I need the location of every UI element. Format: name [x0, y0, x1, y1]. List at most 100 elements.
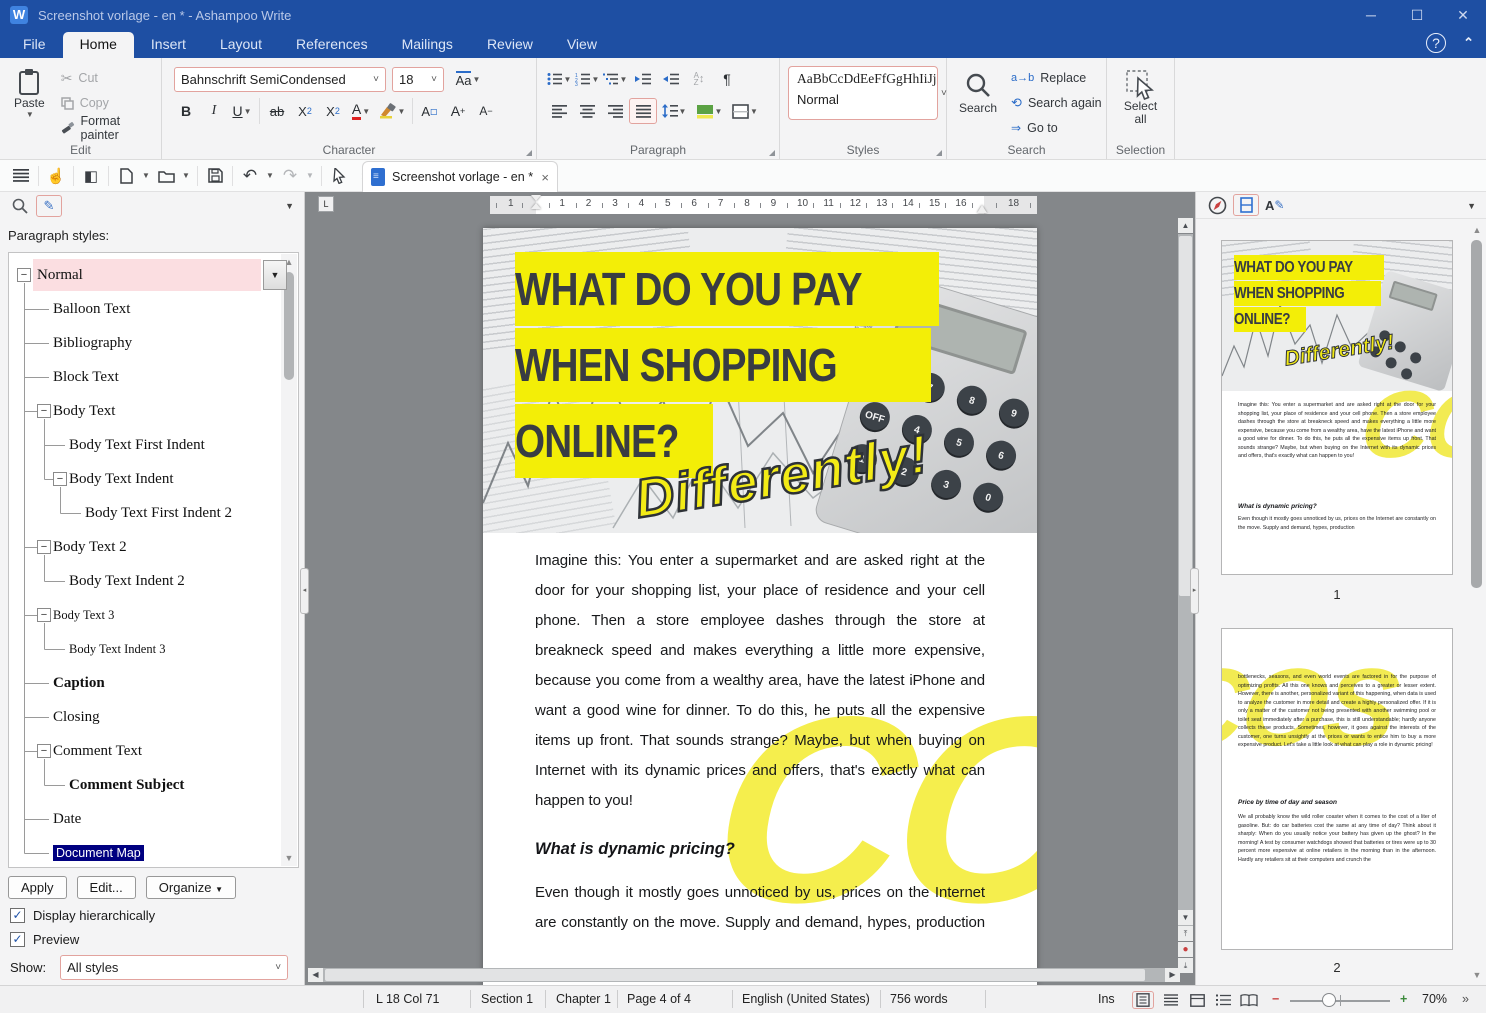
- font-name-combo[interactable]: Bahnschrift SemiCondensed ˅: [174, 66, 386, 92]
- tree-collapse-icon[interactable]: −: [37, 404, 51, 418]
- style-item-body-text-indent[interactable]: − Body Text Indent: [9, 463, 279, 495]
- browse-object-icon[interactable]: ●: [1178, 942, 1193, 957]
- statusbar-overflow-icon[interactable]: »: [1462, 992, 1469, 1006]
- indent-marker[interactable]: [531, 195, 541, 215]
- page-view-icon[interactable]: [1132, 991, 1154, 1009]
- change-case-button[interactable]: Aa ▼: [450, 66, 486, 92]
- zoom-out-icon[interactable]: −: [1272, 992, 1279, 1006]
- bullet-list-button[interactable]: ▼: [545, 66, 573, 92]
- style-item-closing[interactable]: Closing: [9, 701, 279, 733]
- book-view-icon[interactable]: [1238, 991, 1260, 1009]
- undo-dropdown-icon[interactable]: ▼: [263, 164, 277, 188]
- format-painter-button[interactable]: Format painter: [61, 114, 161, 142]
- horizontal-ruler[interactable]: 1 2 3 4 5 6 7 8 9 10 11 12 13 14 15 16 1 18: [490, 195, 1037, 215]
- align-left-button[interactable]: [545, 98, 573, 124]
- clear-formatting-button[interactable]: A ◇: [416, 98, 444, 124]
- style-item-body-text-2[interactable]: − Body Text 2: [9, 531, 279, 563]
- page-thumbnail-1[interactable]: WHAT DO YOU PAY WHEN SHOPPING ONLINE? Di…: [1221, 240, 1453, 575]
- align-center-button[interactable]: [573, 98, 601, 124]
- cut-button[interactable]: ✂ Cut: [61, 66, 161, 90]
- italic-button[interactable]: I: [200, 98, 228, 124]
- vertical-scrollbar-thumb[interactable]: [1179, 236, 1192, 596]
- tree-collapse-icon[interactable]: −: [53, 472, 67, 486]
- scroll-up-icon[interactable]: ▲: [1178, 218, 1193, 233]
- go-to-button[interactable]: ⇒ Go to: [1011, 116, 1102, 140]
- increase-indent-button[interactable]: [629, 66, 657, 92]
- scroll-down-icon[interactable]: ▼: [1469, 967, 1485, 983]
- document-page[interactable]: COS 10,7% 9,5% 6,3% M-789O: [483, 228, 1037, 985]
- document-horizontal-scrollbar[interactable]: ◀ ▶: [308, 968, 1180, 982]
- style-item-body-text-first-indent[interactable]: Body Text First Indent: [9, 429, 279, 461]
- touch-mode-icon[interactable]: ☝: [43, 164, 69, 188]
- line-spacing-button[interactable]: ▼: [657, 98, 691, 124]
- menu-tab-insert[interactable]: Insert: [134, 32, 203, 58]
- scroll-left-icon[interactable]: ◀: [308, 968, 323, 982]
- style-item-bibliography[interactable]: Bibliography: [9, 327, 279, 359]
- highlight-color-button[interactable]: ▼: [375, 98, 409, 124]
- scroll-down-icon[interactable]: ▼: [281, 850, 297, 866]
- display-hierarchically-checkbox[interactable]: ✓: [10, 908, 25, 923]
- insert-mode-status[interactable]: Ins: [1098, 992, 1115, 1006]
- thumbnails-scrollbar[interactable]: ▲ ▼: [1469, 222, 1484, 982]
- menu-tab-file[interactable]: File: [6, 32, 63, 58]
- menu-tab-view[interactable]: View: [550, 32, 614, 58]
- borders-button[interactable]: ▼: [727, 98, 763, 124]
- font-color-button[interactable]: A ▼: [347, 98, 375, 124]
- style-preview-box[interactable]: AaBbCcDdEeFfGgHhIiJj Normal: [788, 66, 938, 120]
- paste-button[interactable]: Paste ▼: [8, 66, 51, 140]
- open-folder-icon[interactable]: [153, 164, 179, 188]
- contrast-icon[interactable]: ◧: [78, 164, 104, 188]
- new-document-dropdown-icon[interactable]: ▼: [139, 164, 153, 188]
- style-item-body-text-first-indent-2[interactable]: Body Text First Indent 2: [9, 497, 279, 529]
- copy-button[interactable]: Copy: [60, 91, 161, 115]
- scroll-down-icon[interactable]: ▼: [1178, 910, 1193, 925]
- style-search-icon[interactable]: [12, 198, 28, 214]
- menu-tab-home[interactable]: Home: [62, 32, 134, 58]
- style-item-caption[interactable]: Caption: [9, 667, 279, 699]
- new-document-icon[interactable]: [113, 164, 139, 188]
- search-button[interactable]: Search: [953, 70, 1003, 140]
- style-item-body-text[interactable]: − Body Text: [9, 395, 279, 427]
- next-page-icon[interactable]: ⤓: [1178, 958, 1193, 973]
- align-right-button[interactable]: [601, 98, 629, 124]
- preview-checkbox[interactable]: ✓: [10, 932, 25, 947]
- justify-button[interactable]: [629, 98, 657, 124]
- right-indent-marker[interactable]: [977, 205, 987, 213]
- left-panel-splitter[interactable]: ◂: [300, 568, 309, 614]
- subscript-button[interactable]: X2: [291, 98, 319, 124]
- multilevel-list-button[interactable]: ▼: [601, 66, 629, 92]
- split-view-icon[interactable]: [1186, 991, 1208, 1009]
- menu-tab-mailings[interactable]: Mailings: [385, 32, 470, 58]
- formatting-marks-button[interactable]: ¶: [713, 66, 741, 92]
- character-styles-tool-icon[interactable]: A ✎: [1265, 198, 1284, 213]
- redo-dropdown-icon[interactable]: ▼: [303, 164, 317, 188]
- styles-dialog-launcher[interactable]: [936, 150, 942, 156]
- paragraph-dialog-launcher[interactable]: [769, 150, 775, 156]
- style-item-balloon-text[interactable]: Balloon Text: [9, 293, 279, 325]
- right-panel-splitter[interactable]: ▸: [1190, 568, 1199, 614]
- previous-page-icon[interactable]: ⤒: [1178, 926, 1193, 941]
- tab-stop-selector[interactable]: L: [318, 196, 334, 212]
- numbered-list-button[interactable]: 1 2 3 ▼: [573, 66, 601, 92]
- page-thumbnail-2[interactable]: COS bottlenecks, seasons, and even world…: [1221, 628, 1453, 950]
- shrink-font-button[interactable]: A −: [472, 98, 500, 124]
- word-count-status[interactable]: 756 words: [890, 992, 948, 1006]
- tree-collapse-icon[interactable]: −: [37, 608, 51, 622]
- paste-dropdown-icon[interactable]: ▼: [26, 110, 34, 119]
- style-item-body-text-indent-3[interactable]: Body Text Indent 3: [9, 633, 279, 665]
- grow-font-button[interactable]: A +: [444, 98, 472, 124]
- menu-tab-review[interactable]: Review: [470, 32, 550, 58]
- select-cursor-icon[interactable]: [326, 164, 352, 188]
- show-styles-combo[interactable]: All styles ˅: [60, 955, 289, 980]
- strikethrough-button[interactable]: ab: [263, 98, 291, 124]
- menu-tab-references[interactable]: References: [279, 32, 385, 58]
- zoom-slider-knob[interactable]: [1322, 993, 1336, 1007]
- help-icon[interactable]: ?: [1426, 33, 1446, 53]
- save-icon[interactable]: [202, 164, 228, 188]
- apply-style-button[interactable]: Apply: [8, 876, 67, 899]
- collapse-ribbon-icon[interactable]: ⌃: [1463, 35, 1474, 51]
- continuous-view-icon[interactable]: [1160, 991, 1182, 1009]
- style-item-normal[interactable]: ▼ − Normal: [9, 259, 287, 291]
- styles-dropdown-icon[interactable]: ˅: [941, 88, 947, 99]
- outline-view-icon[interactable]: [1212, 991, 1234, 1009]
